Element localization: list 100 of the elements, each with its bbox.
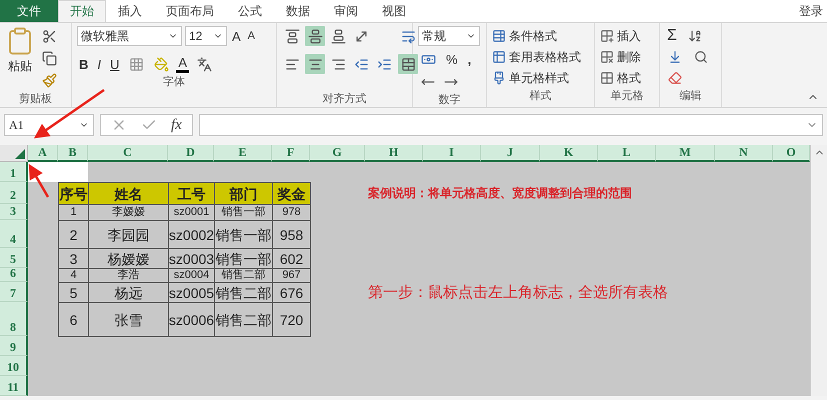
horizontal-align-icon (284, 56, 300, 72)
cells-menu-button[interactable]: 插入 (600, 26, 654, 46)
font-size-field[interactable]: 12 (185, 26, 227, 46)
formula-input[interactable] (198, 114, 823, 136)
note-text: 第一步：鼠标点击左上角标志，全选所有表格 (367, 282, 669, 302)
fill-icon (668, 50, 682, 64)
grid-icon (600, 71, 614, 85)
grid-icon (600, 29, 614, 43)
style-menu-button[interactable]: 套用表格格式 (492, 47, 589, 67)
autosum-button[interactable]: Σ (665, 26, 679, 46)
sign-in-link[interactable]: 登录 (799, 0, 823, 22)
vertical-align-icon (308, 28, 322, 44)
format-painter-icon (42, 72, 56, 88)
ribbon-tab[interactable]: 页面布局 (154, 0, 226, 22)
horizontal-align-icon (308, 56, 322, 72)
row-header[interactable]: 1 (0, 162, 28, 182)
ribbon-tab[interactable]: 插入 (106, 0, 154, 22)
ribbon-tab[interactable]: 开始 (58, 0, 106, 22)
triangle-icon (15, 149, 25, 159)
column-header[interactable]: O (773, 145, 810, 162)
ribbon-tab[interactable]: 审阅 (322, 0, 370, 22)
name-box[interactable]: A1 (4, 114, 94, 136)
select-all-button[interactable] (0, 145, 28, 162)
column-header[interactable]: C (88, 145, 168, 162)
column-header[interactable]: M (656, 145, 715, 162)
ribbon-tab[interactable]: 视图 (370, 0, 418, 22)
cut-icon (42, 28, 56, 44)
row-header[interactable]: 4 (0, 220, 28, 248)
row-header[interactable]: 11 (0, 376, 28, 396)
shrink-font-button[interactable]: A (246, 26, 258, 46)
style-menu-button[interactable]: 条件格式 (492, 26, 589, 46)
font-name-field[interactable]: 微软雅黑 (77, 26, 182, 46)
table-cell: 720 (272, 302, 311, 337)
italic-button[interactable]: I (95, 54, 104, 74)
row-header[interactable]: 2 (0, 182, 28, 204)
group-label: 对齐方式 (322, 92, 368, 107)
merge-button[interactable] (398, 54, 418, 74)
column-header[interactable]: H (365, 145, 423, 162)
cells-menu-button[interactable]: 删除 (600, 47, 654, 67)
column-header[interactable]: I (423, 145, 481, 162)
row-header[interactable]: 6 (0, 268, 28, 282)
table-header-cell: 工号 (168, 182, 215, 205)
percent-button[interactable]: % (444, 49, 460, 69)
vertical-align-icon (284, 28, 300, 44)
fill-color-icon (154, 56, 169, 72)
vertical-align-button[interactable] (305, 26, 325, 46)
cells-menu-button[interactable]: 格式 (600, 68, 654, 88)
column-header[interactable]: L (598, 145, 656, 162)
increase-indent-icon (376, 56, 392, 72)
grow-font-button[interactable]: A (230, 26, 243, 46)
column-header[interactable]: N (715, 145, 773, 162)
row-header[interactable]: 8 (0, 302, 28, 336)
vertical-align-icon (330, 28, 346, 44)
group-label: 剪贴板 (18, 92, 53, 107)
column-header[interactable]: K (540, 145, 598, 162)
column-header[interactable]: D (168, 145, 214, 162)
table-header-cell: 姓名 (88, 182, 169, 205)
phonetic-icon (196, 56, 212, 72)
horizontal-align-button[interactable] (305, 54, 325, 74)
row-header[interactable]: 5 (0, 248, 28, 268)
column-header[interactable]: J (481, 145, 540, 162)
table-header-cell: 部门 (214, 182, 273, 205)
bold-button[interactable]: B (77, 54, 90, 74)
comma-button[interactable]: , (466, 49, 474, 69)
row-header[interactable]: 9 (0, 336, 28, 356)
ribbon-tab[interactable]: 数据 (274, 0, 322, 22)
row-header[interactable]: 10 (0, 356, 28, 376)
ribbon-tab[interactable]: 公式 (226, 0, 274, 22)
note-text: 案例说明：将单元格高度、宽度调整到合理的范围 (367, 184, 633, 202)
copy-icon (42, 50, 56, 66)
style-menu-button[interactable]: 单元格样式 (492, 68, 589, 88)
column-header[interactable]: F (272, 145, 310, 162)
merge-icon (400, 56, 416, 72)
horizontal-align-icon (330, 56, 346, 72)
group-label: 字体 (162, 74, 186, 90)
number-format-field[interactable]: 常规 (418, 26, 480, 46)
table-header-cell: 奖金 (272, 182, 311, 205)
group-label: 数字 (438, 92, 462, 108)
row-header[interactable]: 3 (0, 204, 28, 220)
ribbon-tab[interactable]: 文件 (0, 0, 58, 22)
sort-icon (688, 29, 702, 43)
borders-icon (128, 56, 144, 72)
column-header[interactable]: E (214, 145, 272, 162)
underline-button[interactable]: U (108, 54, 122, 74)
insert-function-button[interactable]: fx (171, 116, 182, 134)
row-header[interactable]: 7 (0, 282, 28, 302)
group-label: 单元格 (610, 89, 644, 104)
font-color-button[interactable]: A (176, 55, 190, 73)
column-header[interactable]: B (58, 145, 88, 162)
table-cell: 6 (58, 302, 89, 337)
group-label: 编辑 (678, 89, 702, 104)
decrease-indent-icon (354, 56, 368, 72)
clear-icon (668, 71, 682, 85)
column-header[interactable]: G (310, 145, 365, 162)
orientation-icon (354, 28, 368, 44)
column-header[interactable]: A (28, 145, 58, 162)
search-icon (694, 50, 708, 64)
paste-button[interactable]: 粘贴 (5, 26, 35, 91)
grid-icon (600, 50, 614, 64)
group-label: 样式 (528, 89, 552, 104)
